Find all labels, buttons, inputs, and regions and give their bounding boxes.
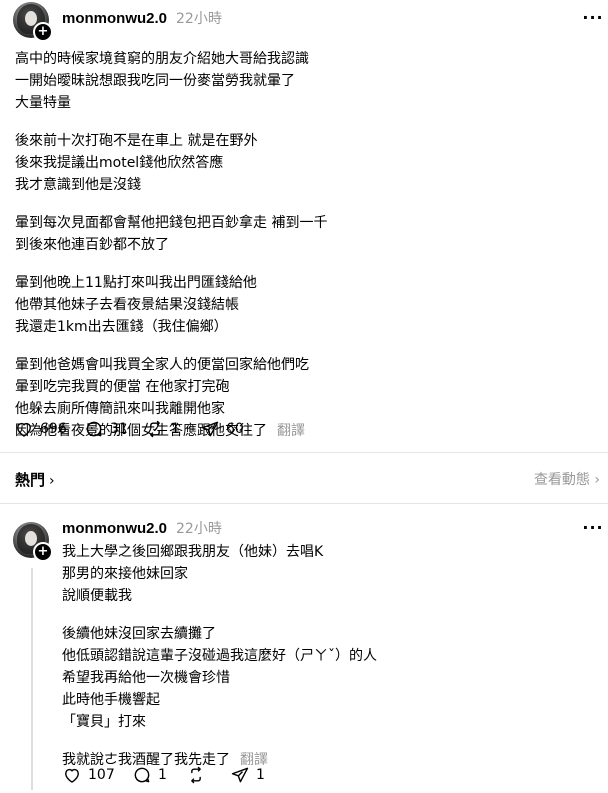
- section-title[interactable]: 熱門 ›: [15, 470, 55, 491]
- repost-icon: [150, 420, 160, 438]
- post-text-line: 高中的時候家境貧窮的朋友介紹她大哥給我認識: [15, 51, 309, 67]
- post-text-line: 一開始曖昧說想跟我吃同一份麥當勞我就暈了: [15, 73, 295, 89]
- like-count: 696: [40, 421, 67, 437]
- comment-icon: [86, 421, 102, 437]
- post-paragraph: 暈到每次見面都會幫他把錢包把百鈔拿走 補到一千 到後來他連百鈔都不放了: [15, 212, 327, 256]
- post-body: 高中的時候家境貧窮的朋友介紹她大哥給我認識 一開始曖昧說想跟我吃同一份麥當勞我就暈…: [15, 48, 327, 442]
- post-text-line: 後來前十次打砲不是在車上 就是在野外: [15, 133, 258, 149]
- follow-plus-icon[interactable]: +: [33, 542, 53, 562]
- post-text-line: 他低頭認錯說這輩子沒碰過我這麼好（ㄕㄚˇ）的人: [62, 648, 377, 664]
- post-text-line: 「寶貝」打來: [62, 714, 146, 730]
- post-body: 我上大學之後回鄉跟我朋友（他妹）去唱K 那男的來接他妹回家 說順便載我後續他妹沒回家…: [62, 541, 377, 771]
- send-icon: [231, 767, 249, 783]
- repost-count: 1: [171, 421, 180, 437]
- divider: [0, 452, 608, 453]
- post-text-line: 說順便載我: [62, 588, 132, 604]
- share-count: 1: [256, 767, 265, 783]
- post-paragraph: 後來前十次打砲不是在車上 就是在野外 後來我提議出motel錢他欣然答應 我才意識到…: [15, 130, 327, 196]
- post-paragraph: 高中的時候家境貧窮的朋友介紹她大哥給我認識 一開始曖昧說想跟我吃同一份麥當勞我就暈…: [15, 48, 327, 114]
- post-paragraph: 後續他妹沒回家去續攤了他低頭認錯說這輩子沒碰過我這麼好（ㄕㄚˇ）的人 希望我再給他…: [62, 623, 377, 733]
- repost-button[interactable]: [186, 763, 212, 787]
- view-activity-link[interactable]: 查看動態 ›: [534, 470, 600, 490]
- post-timestamp[interactable]: 22小時: [176, 519, 222, 539]
- repost-button[interactable]: 1: [145, 417, 180, 441]
- post-text-line: 暈到吃完我買的便當 在他家打完砲: [15, 379, 230, 395]
- post-text-line: 大量特量: [15, 95, 71, 111]
- post-text-line: 此時他手機響起: [62, 692, 160, 708]
- post-actions: 696 31 1 60: [14, 417, 274, 441]
- comment-button[interactable]: 1: [132, 763, 167, 787]
- post-text-line: 後來我提議出motel錢他欣然答應: [15, 155, 224, 171]
- avatar[interactable]: +: [13, 522, 53, 562]
- heart-icon: [17, 422, 31, 437]
- post-text-line: 他帶其他妹子去看夜景結果沒錢結帳: [15, 297, 239, 313]
- post-text-line: 暈到每次見面都會幫他把錢包把百鈔拿走 補到一千: [15, 215, 328, 231]
- follow-plus-icon[interactable]: +: [33, 22, 53, 42]
- share-button[interactable]: 60: [200, 417, 244, 441]
- post-text-line: 我才意識到他是沒錢: [15, 177, 141, 193]
- username[interactable]: monmonwu2.0: [62, 519, 167, 539]
- heart-icon: [65, 768, 79, 783]
- post-text-line: 到後來他連百鈔都不放了: [15, 237, 169, 253]
- comment-icon: [134, 767, 150, 783]
- thread-post: + monmonwu2.0 22小時 ··· 我上大學之後回鄉跟我朋友（他妹）去…: [0, 510, 608, 793]
- chevron-right-icon: ›: [49, 473, 55, 489]
- more-horizontal-icon[interactable]: ···: [581, 518, 605, 538]
- post-text-line: 希望我再給他一次機會珍惜: [62, 670, 230, 686]
- post-paragraph: 暈到他晚上11點打來叫我出門匯錢給他 他帶其他妹子去看夜景結果沒錢結帳 我還走1km…: [15, 272, 327, 338]
- post-text-line: 我上大學之後回鄉跟我朋友（他妹）去唱K: [62, 544, 324, 560]
- post-text-line: 暈到他晚上11點打來叫我出門匯錢給他: [15, 275, 257, 291]
- more-horizontal-icon[interactable]: ···: [581, 8, 605, 28]
- post-actions: 107 1 1: [62, 763, 322, 787]
- thread-line: [31, 568, 33, 790]
- chevron-right-icon: ›: [594, 472, 600, 488]
- avatar[interactable]: +: [13, 2, 53, 42]
- post-timestamp[interactable]: 22小時: [176, 9, 222, 29]
- share-count: 60: [226, 421, 244, 437]
- share-button[interactable]: 1: [230, 763, 265, 787]
- comment-count: 1: [158, 767, 167, 783]
- repost-icon: [191, 766, 201, 784]
- post-text-line: 暈到他爸媽會叫我買全家人的便當回家給他們吃: [15, 357, 309, 373]
- like-button[interactable]: 107: [62, 763, 115, 787]
- post-text-line: 那男的來接他妹回家: [62, 566, 188, 582]
- username[interactable]: monmonwu2.0: [62, 9, 167, 29]
- like-button[interactable]: 696: [14, 417, 67, 441]
- divider: [0, 503, 608, 504]
- translate-link[interactable]: 翻譯: [277, 423, 305, 439]
- post-text-line: 我還走1km出去匯錢（我住偏鄉）: [15, 319, 228, 335]
- post-text-line: 後續他妹沒回家去續攤了: [62, 626, 216, 642]
- comment-count: 31: [110, 421, 128, 437]
- post-paragraph: 我上大學之後回鄉跟我朋友（他妹）去唱K 那男的來接他妹回家 說順便載我: [62, 541, 377, 607]
- thread-post: + monmonwu2.0 22小時 ··· 高中的時候家境貧窮的朋友介紹她大哥…: [0, 0, 608, 450]
- send-icon: [201, 421, 219, 437]
- comment-button[interactable]: 31: [84, 417, 128, 441]
- like-count: 107: [88, 767, 115, 783]
